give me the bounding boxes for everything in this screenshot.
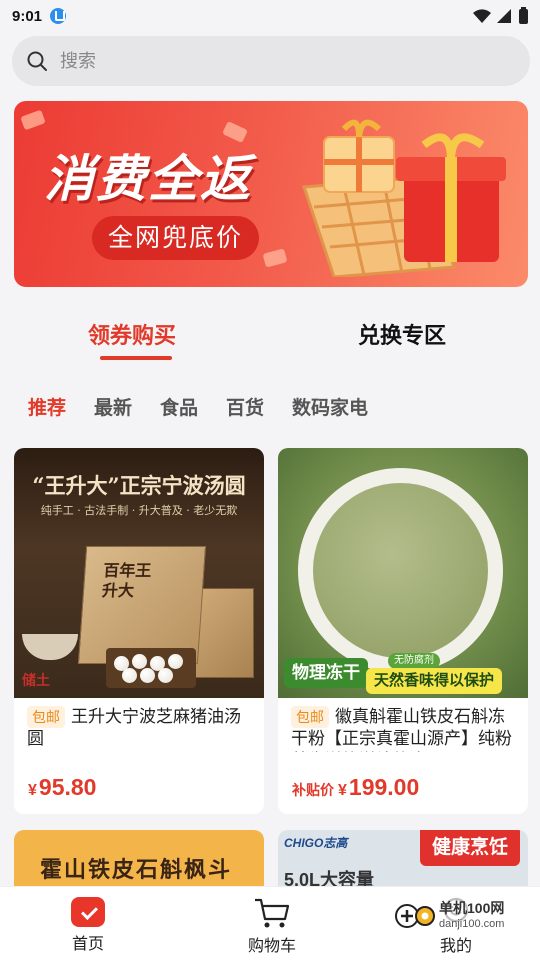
coin-decoration — [20, 109, 46, 131]
no-preservative-badge: 无防腐剂 — [388, 653, 440, 669]
bowl-decoration — [22, 634, 78, 660]
product-card[interactable]: 物理冻干 无防腐剂 天然香味得以保护 包邮 徽真斛霍山铁皮石斛冻干粉【正宗真霍山源… — [278, 448, 528, 814]
active-tab-indicator — [100, 356, 172, 360]
product-image: “王升大”正宗宁波汤圆 纯手工 · 古法手制 · 升大普及 · 老少无欺 百年王… — [14, 448, 264, 698]
product-image: 物理冻干 无防腐剂 天然香味得以保护 — [278, 448, 528, 698]
nav-home-label: 首页 — [71, 936, 104, 953]
currency-symbol: ¥ — [338, 782, 347, 799]
battery-icon — [519, 6, 528, 24]
powder-decoration — [313, 483, 488, 658]
nav-home[interactable]: 首页 — [28, 897, 148, 954]
currency-symbol: ¥ — [28, 782, 37, 799]
nav-cart-label: 购物车 — [247, 938, 296, 955]
subsidy-label: 补贴价 — [292, 782, 334, 798]
category-latest[interactable]: 最新 — [94, 393, 132, 420]
watermark-text: 单机100网 — [439, 898, 505, 918]
stamp-mark: 储土 — [22, 672, 50, 688]
tab-coupon-purchase[interactable]: 领券购买 — [88, 318, 176, 350]
freeze-dried-badge: 物理冻干 — [284, 658, 368, 688]
tray-decoration — [106, 648, 196, 688]
signal-icon — [497, 9, 511, 23]
product-title: 包邮徽真斛霍山铁皮石斛冻干粉【正宗真霍山源产】纯粉养生送礼滋补礼盒 — [291, 706, 519, 752]
image-headline: “王升大”正宗宁波汤圆 — [32, 473, 246, 498]
category-digital[interactable]: 数码家电 — [292, 393, 368, 420]
product-card[interactable]: “王升大”正宗宁波汤圆 纯手工 · 古法手制 · 升大普及 · 老少无欺 百年王… — [14, 448, 264, 814]
category-tabs: 推荐 最新 食品 百货 数码家电 — [0, 390, 540, 422]
nav-cart[interactable]: 购物车 — [212, 897, 332, 956]
price-row: ¥ 95.80 — [28, 774, 96, 801]
product-box: 百年王升大 — [77, 546, 207, 664]
slogan-badge: 天然香味得以保护 — [366, 668, 503, 694]
category-food[interactable]: 食品 — [160, 393, 198, 420]
product-title: 包邮 王升大宁波芝麻猪油汤圆 — [27, 706, 255, 752]
status-icons — [473, 6, 528, 24]
box-label: 百年王升大 — [101, 561, 153, 600]
status-time: 9:01 — [12, 7, 43, 25]
search-icon — [27, 51, 47, 71]
brand-logo: CHIGO志高 — [284, 836, 348, 850]
tab-exchange-zone[interactable]: 兑换专区 — [358, 318, 446, 350]
wifi-icon — [473, 9, 491, 23]
main-tabs: 领券购买 兑换专区 — [0, 310, 540, 370]
search-input[interactable] — [60, 50, 460, 72]
watermark-url: danji100.com — [439, 918, 505, 930]
price-row: 补贴价 ¥ 199.00 — [292, 774, 419, 801]
free-shipping-tag: 包邮 — [291, 706, 329, 728]
gift-basket-icon — [301, 119, 506, 277]
category-recommend[interactable]: 推荐 — [28, 393, 66, 420]
image-subline: 纯手工 · 古法手制 · 升大普及 · 老少无欺 — [40, 504, 238, 517]
category-general[interactable]: 百货 — [226, 393, 264, 420]
promo-banner[interactable]: 消费全返 全网兜底价 — [14, 101, 528, 287]
watermark-logo-icon — [395, 904, 435, 928]
banner-title: 消费全返 — [44, 151, 252, 207]
watermark: 单机100网 danji100.com — [395, 898, 535, 958]
free-shipping-tag: 包邮 — [27, 706, 65, 728]
search-bar[interactable] — [12, 36, 530, 86]
home-icon — [71, 897, 105, 927]
cart-icon — [255, 898, 290, 928]
download-icon — [50, 8, 67, 24]
price-value: 95.80 — [38, 774, 97, 800]
banner-subtitle: 全网兜底价 — [92, 216, 260, 260]
product-image-text: 霍山铁皮石斛枫斗 — [40, 857, 233, 882]
status-bar: 9:01 — [0, 0, 540, 32]
price-value: 199.00 — [348, 774, 420, 800]
health-badge: 健康烹饪 — [419, 830, 520, 866]
